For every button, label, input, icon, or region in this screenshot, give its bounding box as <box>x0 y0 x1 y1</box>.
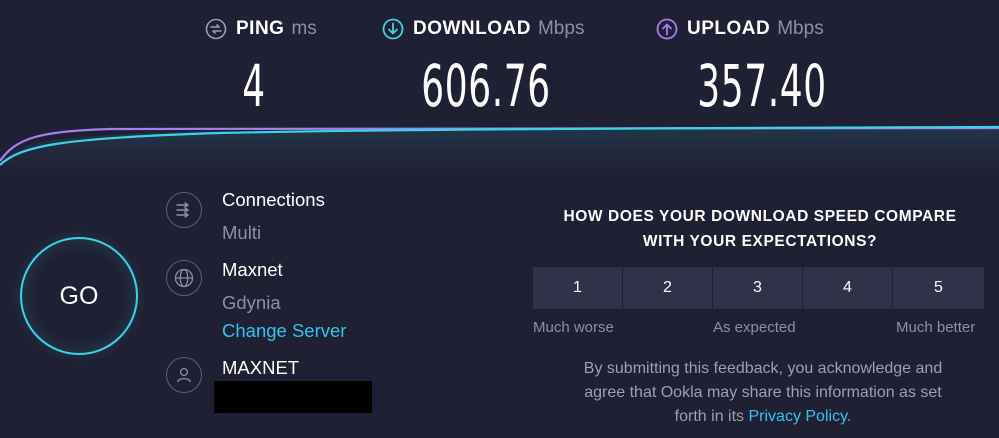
provider-name: MAXNET <box>222 357 300 378</box>
rating-button-3[interactable]: 3 <box>713 267 802 309</box>
change-server-link[interactable]: Change Server <box>222 320 346 342</box>
feedback-question-line2: WITH YOUR EXPECTATIONS? <box>642 233 878 250</box>
feedback-question: HOW DOES YOUR DOWNLOAD SPEED COMPARE WIT… <box>528 204 992 254</box>
go-button-label: GO <box>59 281 99 310</box>
download-arrow-icon <box>382 18 404 40</box>
connections-value: Multi <box>222 222 262 243</box>
download-stat: DOWNLOAD Mbps <box>382 18 584 40</box>
server-name: Maxnet <box>222 259 283 280</box>
rating-button-2[interactable]: 2 <box>623 267 712 309</box>
ping-label: PING <box>236 18 285 39</box>
upload-stat: UPLOAD Mbps <box>656 18 824 40</box>
download-label: DOWNLOAD <box>413 18 531 39</box>
upload-value: 357.40 <box>697 52 827 120</box>
disclaimer-period: . <box>846 408 852 425</box>
server-location: Gdynia <box>222 292 281 313</box>
rating-button-1[interactable]: 1 <box>533 267 622 309</box>
connections-icon[interactable] <box>166 192 202 228</box>
feedback-disclaimer: By submitting this feedback, you acknowl… <box>540 357 986 429</box>
disclaimer-line3-text: forth in its <box>674 408 745 425</box>
user-icon <box>166 357 202 393</box>
download-value: 606.76 <box>421 52 551 120</box>
ping-unit: ms <box>291 18 317 39</box>
globe-icon <box>166 260 202 296</box>
go-button[interactable]: GO <box>20 237 138 355</box>
connections-title: Connections <box>222 189 325 210</box>
redacted-ip-block <box>214 381 372 413</box>
upload-unit: Mbps <box>777 18 824 39</box>
rating-buttons: 1 2 3 4 5 <box>533 267 984 309</box>
disclaimer-line2: agree that Ookla may share this informat… <box>584 384 942 401</box>
privacy-policy-link[interactable]: Privacy Policy <box>748 408 846 425</box>
download-unit: Mbps <box>537 18 585 39</box>
rating-button-5[interactable]: 5 <box>893 267 984 309</box>
ping-value: 4 <box>242 52 266 120</box>
disclaimer-line3: forth in its Privacy Policy. <box>540 405 986 429</box>
ping-stat: PING ms <box>205 18 317 40</box>
disclaimer-line1: By submitting this feedback, you acknowl… <box>583 360 943 377</box>
scale-label-low: Much worse <box>533 319 614 336</box>
ping-icon <box>205 18 227 40</box>
download-graph-fill <box>0 127 999 173</box>
scale-label-high: Much better <box>896 319 976 336</box>
upload-label: UPLOAD <box>687 18 771 39</box>
feedback-question-line1: HOW DOES YOUR DOWNLOAD SPEED COMPARE <box>563 208 957 225</box>
upload-arrow-icon <box>656 18 678 40</box>
rating-button-4[interactable]: 4 <box>803 267 892 309</box>
speed-graph <box>0 125 999 173</box>
scale-label-mid: As expected <box>713 319 796 336</box>
